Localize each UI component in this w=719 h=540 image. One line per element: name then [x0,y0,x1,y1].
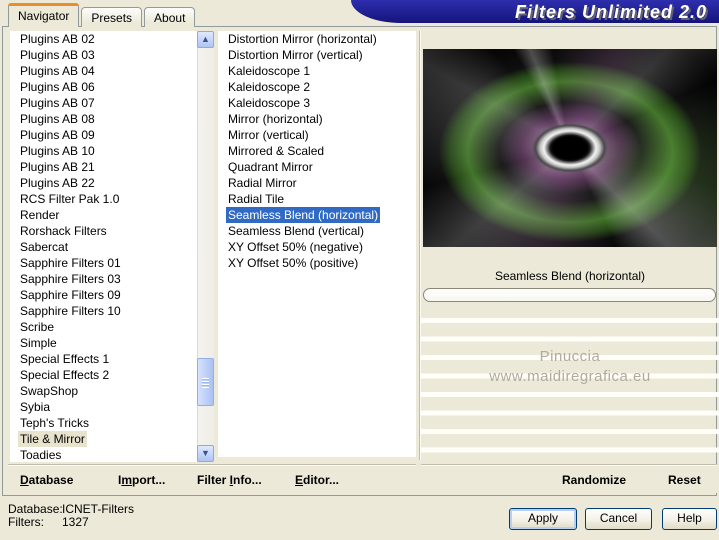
status-filters-value: 1327 [62,515,89,529]
category-list: Plugins AB 02 Plugins AB 03 Plugins AB 04 P… [10,31,197,462]
list-item[interactable]: Teph's Tricks [10,415,197,431]
watermark-line2: www.maidiregrafica.eu [489,368,651,385]
list-item[interactable]: SwapShop [10,383,197,399]
list-item[interactable]: Sybia [10,399,197,415]
label-accel: D [20,473,29,487]
list-item[interactable]: Distortion Mirror (horizontal) [218,31,416,47]
list-item[interactable]: Seamless Blend (horizontal) [218,207,416,223]
list-item[interactable]: Rorshack Filters [10,223,197,239]
list-item[interactable]: Mirror (horizontal) [218,111,416,127]
status-filters-label: Filters: [8,515,44,529]
list-item[interactable]: Plugins AB 09 [10,127,197,143]
list-item[interactable]: Sapphire Filters 09 [10,287,197,303]
list-item[interactable]: Sapphire Filters 03 [10,271,197,287]
list-item[interactable]: Mirrored & Scaled [218,143,416,159]
database-button[interactable]: Database [20,473,73,487]
list-item[interactable]: XY Offset 50% (positive) [218,255,416,271]
randomize-button[interactable]: Randomize [562,473,626,487]
list-item[interactable]: Seamless Blend (vertical) [218,223,416,239]
list-item[interactable]: Render [10,207,197,223]
tab-about[interactable]: About [144,7,196,27]
list-item[interactable]: Radial Mirror [218,175,416,191]
list-item[interactable]: Plugins AB 02 [10,31,197,47]
list-item[interactable]: Mirror (vertical) [218,127,416,143]
list-item[interactable]: Kaleidoscope 1 [218,63,416,79]
watermark-line1: Pinuccia [539,348,601,365]
label-accel: E [295,473,304,487]
tab-presets[interactable]: Presets [81,7,143,27]
list-item[interactable]: Special Effects 2 [10,367,197,383]
editor-button[interactable]: Editor... [295,473,339,487]
list-item[interactable]: Plugins AB 21 [10,159,197,175]
list-item[interactable]: Scribe [10,319,197,335]
status-database-value: ICNET-Filters [62,502,134,516]
list-item[interactable]: Plugins AB 08 [10,111,197,127]
list-item[interactable]: Sabercat [10,239,197,255]
list-item[interactable]: Simple [10,335,197,351]
filter-preview-image [423,49,717,247]
tab-bar: Navigator Presets About [8,3,197,27]
parameter-slider[interactable] [423,288,716,302]
label-part: Filter [197,473,230,487]
filter-list: Distortion Mirror (horizontal) Distortion… [218,31,416,457]
cancel-button[interactable]: Cancel [585,508,652,530]
selected-filter-caption: Seamless Blend (horizontal) [494,269,646,283]
list-item[interactable]: Plugins AB 06 [10,79,197,95]
list-item[interactable]: Plugins AB 04 [10,63,197,79]
scroll-up-icon[interactable]: ▲ [197,31,214,48]
toolbar-left: Database Import... Filter Info... Editor… [8,464,416,493]
label-accel: m [121,473,133,487]
help-button[interactable]: Help [662,508,717,530]
status-bar: Database:ICNET-Filters Filters: 1327 [8,503,134,529]
label-part: nfo... [233,473,262,487]
list-item[interactable]: Sapphire Filters 01 [10,255,197,271]
list-item[interactable]: Plugins AB 03 [10,47,197,63]
toolbar-right: Randomize Reset [421,464,717,493]
reset-button[interactable]: Reset [668,473,701,487]
list-item[interactable]: Sapphire Filters 10 [10,303,197,319]
label-part: atabase [28,473,74,487]
tab-navigator[interactable]: Navigator [8,3,80,27]
apply-button[interactable]: Apply [509,508,577,530]
import-button[interactable]: Import... [118,473,165,487]
list-item[interactable]: Plugins AB 22 [10,175,197,191]
list-item[interactable]: XY Offset 50% (negative) [218,239,416,255]
title-banner: Filters Unlimited 2.0 [351,0,719,23]
list-item[interactable]: RCS Filter Pak 1.0 [10,191,197,207]
list-item[interactable]: Distortion Mirror (vertical) [218,47,416,63]
app-title: Filters Unlimited 2.0 [514,2,707,22]
watermark: Pinuccia www.maidiregrafica.eu [423,347,717,387]
list-item[interactable]: Special Effects 1 [10,351,197,367]
list-item[interactable]: Toadies [10,447,197,462]
list-item[interactable]: Kaleidoscope 2 [218,79,416,95]
filter-info-button[interactable]: Filter Info... [197,473,262,487]
scrollbar-thumb[interactable] [197,358,214,406]
list-item[interactable]: Quadrant Mirror [218,159,416,175]
list-item[interactable]: Plugins AB 10 [10,143,197,159]
list-item[interactable]: Tile & Mirror [10,431,197,447]
status-filters-row: Filters: 1327 [8,516,134,529]
parameter-rows [421,318,719,456]
list-item[interactable]: Radial Tile [218,191,416,207]
list-item[interactable]: Kaleidoscope 3 [218,95,416,111]
label-part: port... [132,473,166,487]
category-scrollbar[interactable]: ▲ ▼ [197,31,214,462]
label-part: ditor... [303,473,340,487]
scroll-down-icon[interactable]: ▼ [197,445,214,462]
list-item[interactable]: Plugins AB 07 [10,95,197,111]
